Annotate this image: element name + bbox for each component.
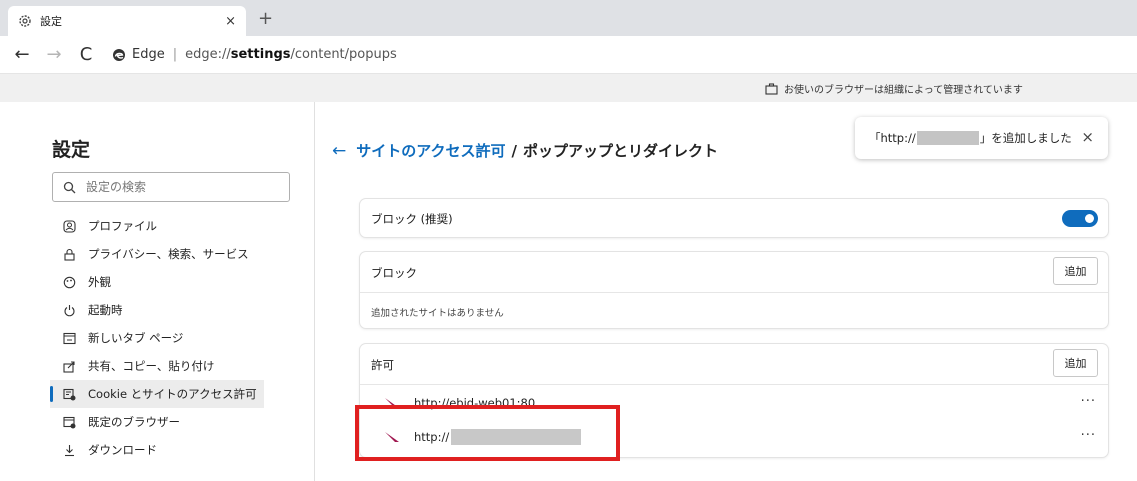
more-actions-button[interactable]: ··· <box>1081 394 1096 409</box>
sidebar-item-label: 共有、コピー、貼り付け <box>88 359 215 373</box>
sidebar-item-label: ダウンロード <box>88 443 157 457</box>
managed-banner: お使いのブラウザーは組織によって管理されています <box>0 74 1137 102</box>
browser-toolbar: ← → C Edge | edge://settings/content/pop… <box>0 36 1137 74</box>
highlight-annotation-box <box>355 405 620 461</box>
url-scheme: edge:// <box>185 47 231 62</box>
profile-icon <box>62 219 76 233</box>
toast-close-icon[interactable]: × <box>1081 128 1094 146</box>
sidebar-item-share[interactable]: 共有、コピー、貼り付け <box>50 352 264 380</box>
block-toggle-label: ブロック (推奨) <box>371 212 453 226</box>
newtab-icon <box>62 331 76 345</box>
block-list-title: ブロック <box>371 266 417 280</box>
sidebar-item-newtab[interactable]: 新しいタブ ページ <box>50 324 264 352</box>
address-separator: | <box>172 47 178 62</box>
download-icon <box>62 443 76 457</box>
sidebar-item-label: プライバシー、検索、サービス <box>88 247 249 261</box>
allow-add-button[interactable]: 追加 <box>1053 349 1098 377</box>
sidebar-item-label: プロファイル <box>88 219 157 233</box>
sidebar-item-default-browser[interactable]: 既定のブラウザー <box>50 408 264 436</box>
search-input[interactable] <box>86 180 276 194</box>
default-browser-icon <box>62 415 76 429</box>
block-toggle-switch[interactable] <box>1062 210 1098 227</box>
sidebar-item-cookies[interactable]: Cookie とサイトのアクセス許可 <box>50 380 264 408</box>
sidebar-item-downloads[interactable]: ダウンロード <box>50 436 264 464</box>
toast-suffix: 」を追加しました <box>979 131 1072 145</box>
back-button[interactable]: ← <box>6 41 38 69</box>
breadcrumb-parent-link[interactable]: サイトのアクセス許可 <box>356 140 505 161</box>
share-icon <box>62 359 76 373</box>
breadcrumb: ← サイトのアクセス許可 / ポップアップとリダイレクト <box>332 140 718 161</box>
more-actions-button[interactable]: ··· <box>1081 428 1096 443</box>
sidebar-item-label: 起動時 <box>88 303 123 317</box>
sidebar-nav: プロファイル プライバシー、検索、サービス 外観 起動時 新しいタブ ページ 共… <box>50 212 264 464</box>
appearance-icon <box>62 275 76 289</box>
sidebar-divider <box>314 102 315 481</box>
refresh-button[interactable]: C <box>70 41 102 69</box>
breadcrumb-separator: / <box>511 141 517 160</box>
toast-prefix: 「http:// <box>869 131 916 145</box>
added-notification: 「http:// 」を追加しました × <box>855 117 1108 159</box>
settings-sidebar: 設定 プロファイル プライバシー、検索、サービス 外観 起動時 新しいタブ ペー… <box>0 102 314 481</box>
search-icon <box>63 181 76 193</box>
address-bar[interactable]: Edge | edge://settings/content/popups <box>112 47 397 62</box>
gear-icon <box>18 14 32 28</box>
sidebar-item-privacy[interactable]: プライバシー、検索、サービス <box>50 240 264 268</box>
redacted-block <box>916 131 979 145</box>
sidebar-item-label: 新しいタブ ページ <box>88 331 184 345</box>
divider <box>360 384 1108 385</box>
sidebar-item-profile[interactable]: プロファイル <box>50 212 264 240</box>
browser-label: Edge <box>132 47 165 62</box>
block-list-empty: 追加されたサイトはありません <box>371 308 504 319</box>
power-icon <box>62 303 76 317</box>
allow-list-title: 許可 <box>371 358 394 372</box>
lock-icon <box>62 247 76 261</box>
url-path: /content/popups <box>290 47 397 62</box>
sidebar-title: 設定 <box>52 139 91 161</box>
tab-title: 設定 <box>40 15 62 28</box>
tab-strip: 設定 × + <box>0 0 1137 36</box>
edge-logo-icon <box>113 48 125 61</box>
page-title: ポップアップとリダイレクト <box>523 142 719 160</box>
divider <box>360 292 1108 293</box>
new-tab-button[interactable]: + <box>258 10 273 28</box>
tab-close-icon[interactable]: × <box>225 14 236 29</box>
sidebar-item-label: 既定のブラウザー <box>88 415 180 429</box>
settings-search[interactable] <box>52 172 290 202</box>
sidebar-item-appearance[interactable]: 外観 <box>50 268 264 296</box>
briefcase-icon <box>765 82 778 95</box>
block-list-card: ブロック 追加 追加されたサイトはありません <box>360 252 1108 328</box>
sidebar-item-label: Cookie とサイトのアクセス許可 <box>88 387 257 401</box>
sidebar-item-startup[interactable]: 起動時 <box>50 296 264 324</box>
block-toggle-card: ブロック (推奨) <box>360 199 1108 237</box>
tab-settings[interactable]: 設定 × <box>8 6 246 36</box>
forward-button[interactable]: → <box>38 41 70 69</box>
cookie-icon <box>62 387 76 401</box>
breadcrumb-back-icon[interactable]: ← <box>332 141 346 161</box>
block-add-button[interactable]: 追加 <box>1053 257 1098 285</box>
sidebar-item-label: 外観 <box>88 275 111 289</box>
managed-text: お使いのブラウザーは組織によって管理されています <box>784 85 1023 96</box>
url-host: settings <box>230 47 291 62</box>
